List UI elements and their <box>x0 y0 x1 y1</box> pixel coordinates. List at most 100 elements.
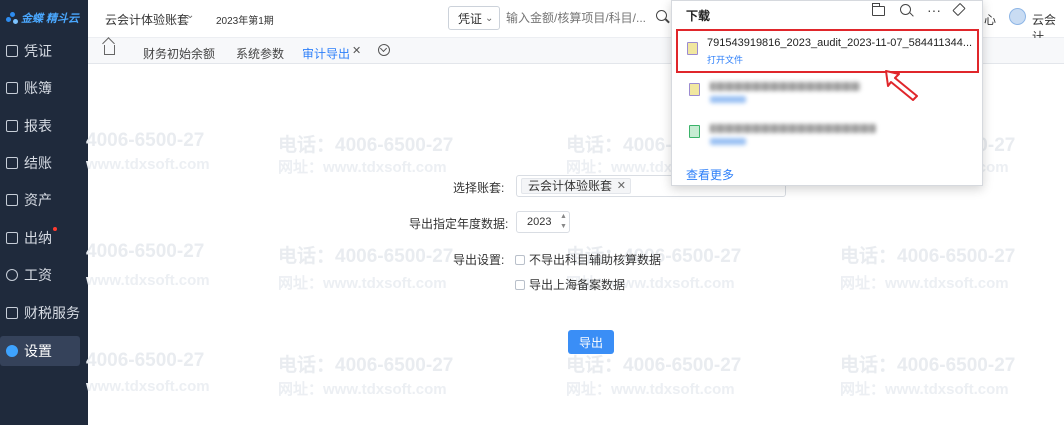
see-more-link[interactable]: 查看更多 <box>686 166 734 183</box>
watermark-phone: 电话：4006-6500-27 <box>840 246 1016 267</box>
year-label: 导出指定年度数据: <box>409 217 509 231</box>
redacted-file-status <box>710 138 746 145</box>
redacted-file-name <box>710 82 860 91</box>
option-shanghai-filing[interactable]: 导出上海备案数据 <box>515 276 625 293</box>
user-avatar-icon[interactable] <box>1009 8 1026 25</box>
tab-menu-chevron-icon[interactable] <box>378 44 390 56</box>
more-options-icon[interactable]: ··· <box>927 2 941 18</box>
tab-system-params[interactable]: 系统参数 <box>236 45 284 62</box>
account-tag: 云会计体验账套 ✕ <box>521 178 632 194</box>
watermark-phone: 电话：4006-6500-27 <box>278 135 454 156</box>
redacted-file-status <box>710 96 746 103</box>
help-center-link[interactable]: 心 <box>984 11 996 28</box>
search-icon[interactable] <box>900 4 911 15</box>
download-item-audit-file[interactable]: 791543919816_2023_audit_2023-11-07_58441… <box>676 29 979 73</box>
download-item-redacted[interactable] <box>676 79 980 113</box>
watermark-phone: 电话：4006-6500-27 <box>278 355 454 376</box>
watermark-site: 网址：www.tdxsoft.com <box>278 381 447 398</box>
close-icon[interactable]: ✕ <box>352 44 361 57</box>
search-icon[interactable] <box>656 10 667 21</box>
watermark-phone: 电话：4006-6500-27 <box>566 355 742 376</box>
sidebar: 金蝶 精斗云 凭证 账簿 报表 结账 资产 出纳 工资 财税服务 设置 <box>0 0 88 425</box>
tab-initial-balance[interactable]: 财务初始余额 <box>143 45 215 62</box>
closing-icon <box>6 157 18 169</box>
account-label: 选择账套: <box>453 181 505 195</box>
file-icon <box>689 83 700 96</box>
checkbox[interactable] <box>515 254 525 265</box>
sidebar-item-ledger[interactable]: 账簿 <box>0 73 80 103</box>
option-no-aux-accounting[interactable]: 不导出科目辅助核算数据 <box>515 251 661 268</box>
sidebar-item-label: 账簿 <box>24 80 52 96</box>
pin-icon[interactable] <box>952 2 966 17</box>
export-settings-label: 导出设置: <box>453 253 505 267</box>
spin-down-icon[interactable]: ▼ <box>559 222 568 231</box>
chevron-down-icon: ⌄ <box>485 12 494 24</box>
watermark-site: 网址：www.tdxsoft.com <box>840 381 1009 398</box>
ledger-icon <box>6 82 18 94</box>
watermark-phone: 4006-6500-27 <box>86 241 205 262</box>
sidebar-item-label: 凭证 <box>24 43 52 59</box>
folder-icon[interactable] <box>872 3 885 16</box>
download-panel-title: 下载 <box>686 9 711 23</box>
sidebar-item-label: 出纳 <box>24 230 52 246</box>
option-label: 不导出科目辅助核算数据 <box>529 253 662 267</box>
watermark-phone: 电话：4006-6500-27 <box>278 246 454 267</box>
period-label: 2023年第1期 <box>216 16 274 27</box>
watermark-phone: 电话：4006-6500-27 <box>840 355 1016 376</box>
sidebar-item-label: 财税服务 <box>24 305 80 321</box>
watermark-site: www.tdxsoft.com <box>86 272 210 289</box>
file-icon <box>689 125 700 138</box>
redacted-file-name <box>710 124 876 133</box>
voucher-type-value: 凭证 <box>458 11 483 26</box>
salary-icon <box>6 269 18 281</box>
sidebar-item-settings[interactable]: 设置 <box>0 336 80 366</box>
watermark-phone: 4006-6500-27 <box>86 350 205 371</box>
sidebar-item-asset[interactable]: 资产 <box>0 185 80 215</box>
company-switcher[interactable]: 云会计体验账套 <box>105 11 189 28</box>
watermark-site: 网址：www.tdxsoft.com <box>278 275 447 292</box>
option-label: 导出上海备案数据 <box>529 278 626 292</box>
annotation-arrow-icon <box>885 70 918 101</box>
download-item-redacted[interactable] <box>676 121 980 155</box>
sidebar-item-label: 工资 <box>24 267 52 283</box>
logo-text: 金蝶 精斗云 <box>21 13 80 25</box>
sidebar-item-cashier[interactable]: 出纳 <box>0 223 80 253</box>
notification-dot <box>53 227 57 231</box>
watermark-site: www.tdxsoft.com <box>86 378 210 395</box>
open-file-link[interactable]: 打开文件 <box>707 53 743 66</box>
sidebar-item-label: 资产 <box>24 192 52 208</box>
download-file-name: 791543919816_2023_audit_2023-11-07_58441… <box>707 37 973 49</box>
close-icon[interactable]: ✕ <box>617 179 626 193</box>
sidebar-item-salary[interactable]: 工资 <box>0 260 80 290</box>
download-panel: 下载 ··· 791543919816_2023_audit_2023-11-0… <box>671 0 983 186</box>
sidebar-item-report[interactable]: 报表 <box>0 111 80 141</box>
logo-mark-icon <box>6 12 18 24</box>
sidebar-item-label: 报表 <box>24 118 52 134</box>
home-icon[interactable] <box>104 45 115 55</box>
cashier-icon <box>6 232 18 244</box>
voucher-icon <box>6 45 18 57</box>
chevron-down-icon[interactable]: ⌄ <box>186 10 194 21</box>
search-input[interactable] <box>506 6 674 30</box>
sidebar-item-closing[interactable]: 结账 <box>0 148 80 178</box>
export-button[interactable]: 导出 <box>568 330 614 354</box>
sidebar-item-voucher[interactable]: 凭证 <box>0 36 80 66</box>
voucher-type-select[interactable]: 凭证 ⌄ <box>448 6 500 30</box>
spin-up-icon[interactable]: ▲ <box>559 212 568 221</box>
watermark-site: 网址：www.tdxsoft.com <box>566 381 735 398</box>
report-icon <box>6 120 18 132</box>
tax-service-icon <box>6 307 18 319</box>
tab-audit-export[interactable]: 审计导出 <box>302 45 350 62</box>
sidebar-item-label: 结账 <box>24 155 52 171</box>
account-tag-label: 云会计体验账套 <box>528 179 613 193</box>
watermark-site: 网址：www.tdxsoft.com <box>278 159 447 176</box>
asset-icon <box>6 194 18 206</box>
brand-logo[interactable]: 金蝶 精斗云 <box>6 10 79 26</box>
watermark-site: 网址：www.tdxsoft.com <box>840 275 1009 292</box>
settings-icon <box>6 345 18 357</box>
sidebar-item-tax-service[interactable]: 财税服务 <box>0 298 80 328</box>
watermark-site: www.tdxsoft.com <box>86 156 210 173</box>
file-icon <box>687 42 698 55</box>
checkbox[interactable] <box>515 279 525 290</box>
sidebar-item-label: 设置 <box>24 343 52 359</box>
